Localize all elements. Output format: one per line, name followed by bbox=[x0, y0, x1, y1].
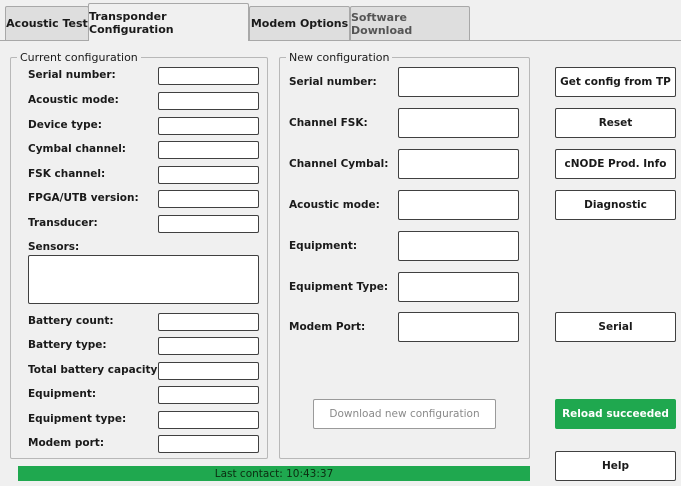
current-fsk-channel-field bbox=[158, 166, 259, 184]
reload-succeeded-label: Reload succeeded bbox=[562, 408, 669, 420]
serial-label: Serial bbox=[598, 321, 633, 333]
current-equipment-type-field bbox=[158, 411, 259, 429]
serial-button[interactable]: Serial bbox=[555, 312, 676, 342]
channel-cymbal-input[interactable] bbox=[398, 149, 519, 179]
reload-succeeded-button[interactable]: Reload succeeded bbox=[555, 399, 676, 429]
tab-label: Acoustic Test bbox=[6, 17, 88, 30]
get-config-from-tp-button[interactable]: Get config from TP bbox=[555, 67, 676, 97]
help-label: Help bbox=[601, 460, 630, 472]
channel-fsk-label: Channel FSK: bbox=[289, 117, 368, 129]
current-modem-port-field bbox=[158, 435, 259, 453]
last-contact-text: Last contact: 10:43:37 bbox=[214, 467, 334, 480]
tab-software-download[interactable]: Software Download bbox=[350, 6, 470, 40]
tab-label: Transponder Configuration bbox=[89, 9, 174, 36]
current-device-type-field bbox=[158, 117, 259, 135]
current-transducer-field bbox=[158, 215, 259, 233]
new-serial-number-input[interactable] bbox=[398, 67, 519, 97]
channel-fsk-input[interactable] bbox=[398, 108, 519, 138]
new-modem-port-input[interactable] bbox=[398, 312, 519, 342]
current-cymbal-channel-field bbox=[158, 141, 259, 159]
last-contact-status-bar: Last contact: 10:43:37 bbox=[18, 466, 530, 481]
current-acoustic-mode-label: Acoustic mode: bbox=[28, 94, 119, 106]
current-transducer-label: Transducer: bbox=[28, 217, 98, 229]
current-equipment-label: Equipment: bbox=[28, 388, 97, 400]
current-cymbal-channel-label: Cymbal channel: bbox=[28, 143, 127, 155]
battery-type-label: Battery type: bbox=[28, 339, 107, 351]
current-acoustic-mode-field bbox=[158, 92, 259, 110]
reset-button[interactable]: Reset bbox=[555, 108, 676, 138]
total-battery-capacity-field bbox=[158, 362, 259, 380]
current-device-type-label: Device type: bbox=[28, 119, 102, 131]
battery-count-label: Battery count: bbox=[28, 315, 114, 327]
current-fsk-channel-label: FSK channel: bbox=[28, 168, 106, 180]
tab-acoustic-test[interactable]: Acoustic Test bbox=[5, 6, 89, 40]
sensors-label: Sensors: bbox=[28, 241, 80, 253]
tab-modem-options[interactable]: Modem Options bbox=[249, 6, 350, 40]
current-serial-number-field bbox=[158, 67, 259, 85]
current-fpga-utb-version-label: FPGA/UTB version: bbox=[28, 192, 139, 204]
current-modem-port-label: Modem port: bbox=[28, 437, 105, 449]
new-modem-port-label: Modem Port: bbox=[289, 321, 366, 333]
help-button[interactable]: Help bbox=[555, 451, 676, 481]
get-config-from-tp-label: Get config from TP bbox=[560, 76, 671, 88]
new-acoustic-mode-label: Acoustic mode: bbox=[289, 199, 380, 211]
channel-cymbal-label: Channel Cymbal: bbox=[289, 158, 389, 170]
new-serial-number-label: Serial number: bbox=[289, 76, 377, 88]
new-configuration-title: New configuration bbox=[289, 51, 390, 64]
diagnostic-label: Diagnostic bbox=[584, 199, 647, 211]
cnode-prod-info-button[interactable]: cNODE Prod. Info bbox=[555, 149, 676, 179]
current-equipment-type-label: Equipment type: bbox=[28, 413, 127, 425]
battery-type-field bbox=[158, 337, 259, 355]
tab-bar: Acoustic Test Transponder Configuration … bbox=[0, 0, 681, 41]
download-new-configuration-label: Download new configuration bbox=[329, 408, 480, 420]
current-serial-number-label: Serial number: bbox=[28, 69, 116, 81]
cnode-prod-info-label: cNODE Prod. Info bbox=[564, 158, 667, 170]
tab-transponder-configuration[interactable]: Transponder Configuration bbox=[88, 3, 249, 41]
diagnostic-button[interactable]: Diagnostic bbox=[555, 190, 676, 220]
battery-count-field bbox=[158, 313, 259, 331]
tab-label: Software Download bbox=[351, 10, 413, 37]
tab-label: Modem Options bbox=[250, 17, 349, 30]
reset-label: Reset bbox=[598, 117, 633, 129]
new-equipment-input[interactable] bbox=[398, 231, 519, 261]
total-battery-capacity-label: Total battery capacity: bbox=[28, 364, 162, 376]
new-acoustic-mode-input[interactable] bbox=[398, 190, 519, 220]
new-equipment-type-label: Equipment Type: bbox=[289, 281, 389, 293]
download-new-configuration-button[interactable]: Download new configuration bbox=[313, 399, 496, 429]
current-configuration-title: Current configuration bbox=[20, 51, 138, 64]
new-equipment-label: Equipment: bbox=[289, 240, 358, 252]
new-equipment-type-input[interactable] bbox=[398, 272, 519, 302]
current-fpga-utb-version-field bbox=[158, 190, 259, 208]
sensors-list[interactable] bbox=[28, 255, 259, 304]
current-equipment-field bbox=[158, 386, 259, 404]
